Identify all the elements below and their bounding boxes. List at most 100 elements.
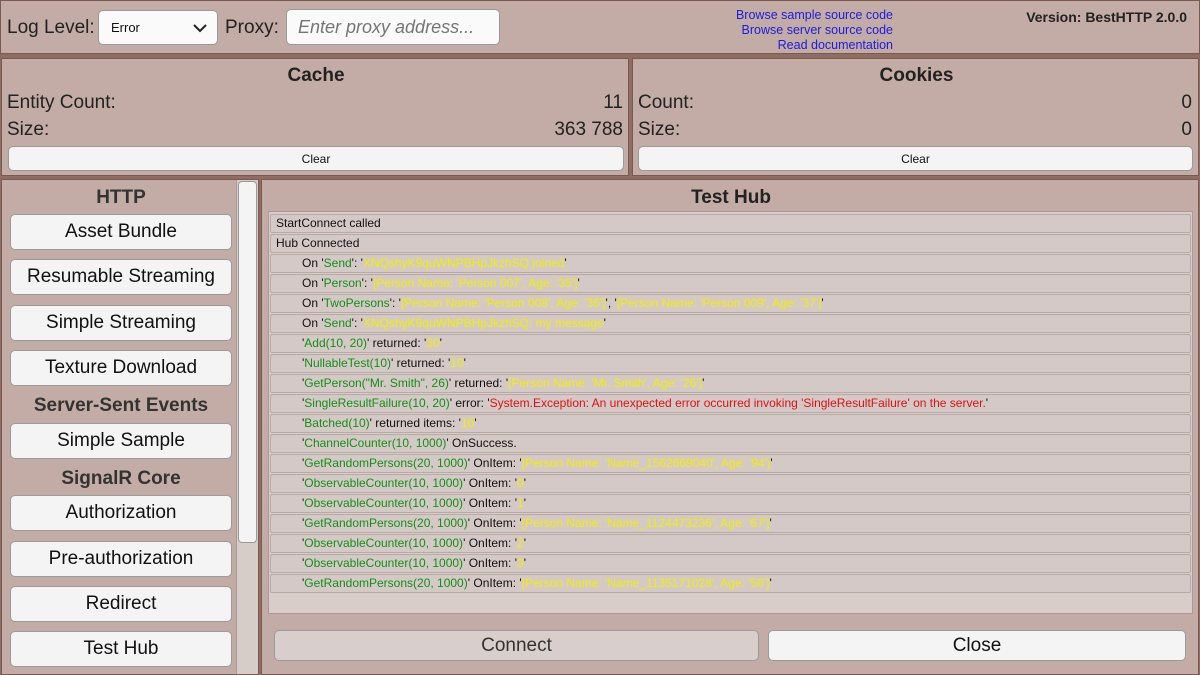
- log-text: On ': [302, 256, 324, 270]
- log-text: 10: [460, 416, 475, 430]
- log-text: ': ': [351, 256, 363, 270]
- version-text: Version: BestHTTP 2.0.0: [1026, 9, 1187, 25]
- log-row: ' SingleResultFailure(10, 20)' error: 'Sy…: [270, 394, 1191, 413]
- cookie-size-value: 0: [1181, 119, 1192, 140]
- cache-size-label: Size:: [7, 119, 50, 140]
- proxy-input[interactable]: [286, 9, 500, 45]
- log-text: Person: [323, 276, 362, 290]
- log-text: StartConnect called: [276, 216, 381, 230]
- close-button[interactable]: Close: [768, 630, 1186, 661]
- log-text: ' returned items: ': [369, 416, 461, 430]
- sidebar-scroll-thumb[interactable]: [238, 181, 257, 543]
- log-text: ' OnItem: ': [463, 476, 517, 490]
- log-text: ' OnItem: ': [463, 496, 517, 510]
- sidebar-scrollbar[interactable]: [236, 180, 258, 674]
- log-text: [Person Name: 'Name_1562669040', Age: '9…: [521, 456, 771, 470]
- log-text: ' OnItem: ': [467, 576, 522, 590]
- log-row: On 'TwoPersons': '[Person Name: 'Person …: [270, 294, 1191, 313]
- signalr-section-title: SignalR Core: [61, 468, 181, 489]
- log-text: ': [523, 556, 526, 570]
- connect-button[interactable]: Connect: [274, 630, 759, 661]
- log-row: On 'Send': 'XNQshyK9quWNPBHpJkzhSQ joine…: [270, 254, 1191, 273]
- log-level-select[interactable]: Error: [98, 10, 218, 45]
- log-text: Batched(10): [304, 416, 370, 430]
- test-hub-button[interactable]: Test Hub: [10, 631, 232, 667]
- http-section-title: HTTP: [96, 187, 146, 208]
- log-row: ' ObservableCounter(10, 1000)' OnItem: '1…: [270, 494, 1191, 513]
- log-text: Add(10, 20): [304, 336, 368, 350]
- cookie-size-label: Size:: [638, 119, 681, 140]
- log-text: ': ': [389, 296, 401, 310]
- simple-streaming-button[interactable]: Simple Streaming: [10, 305, 232, 341]
- log-area[interactable]: StartConnect called Hub Connected On 'Send…: [268, 211, 1193, 614]
- authorization-button[interactable]: Authorization: [10, 495, 232, 531]
- cookies-clear-button[interactable]: Clear: [638, 146, 1193, 171]
- sse-section-title: Server-Sent Events: [33, 395, 209, 416]
- log-text: ': ': [361, 276, 373, 290]
- log-row: ' ObservableCounter(10, 1000)' OnItem: '2…: [270, 534, 1191, 553]
- log-row: ' ObservableCounter(10, 1000)' OnItem: '3…: [270, 554, 1191, 573]
- log-text: ': [463, 356, 466, 370]
- log-text: ', ': [605, 296, 617, 310]
- log-text: ': [985, 396, 989, 410]
- log-text: ': [523, 476, 526, 490]
- log-text: [Person Name: 'Person 008', Age: '36']: [400, 296, 606, 310]
- proxy-label: Proxy:: [225, 17, 279, 38]
- log-list: StartConnect called Hub Connected On 'Send…: [270, 214, 1191, 593]
- test-hub-title: Test Hub: [691, 187, 771, 208]
- log-row: 'Batched(10)' returned items: '10': [270, 414, 1191, 433]
- log-text: 30: [426, 336, 440, 350]
- texture-download-button[interactable]: Texture Download: [10, 350, 232, 386]
- log-text: [Person Name: 'Name_1135171028', Age: '5…: [521, 576, 770, 590]
- log-row: 'Add(10, 20)' returned: '30': [270, 334, 1191, 353]
- log-row: 'NullableTest(10)' returned: '10': [270, 354, 1191, 373]
- log-text: ' OnItem: ': [467, 456, 522, 470]
- toolbar: Log Level: Error Proxy: Browse sample so…: [0, 0, 1200, 54]
- log-text: XNQshyK9quWNPBHpJkzhSQ joined: [362, 256, 565, 270]
- log-text: ObservableCounter(10, 1000): [304, 496, 464, 510]
- log-text: System.Exception: An unexpected error oc…: [489, 396, 986, 410]
- read-docs-link[interactable]: Read documentation: [778, 38, 893, 52]
- log-level-label: Log Level:: [7, 17, 95, 38]
- browse-server-link[interactable]: Browse server source code: [742, 23, 893, 37]
- chevron-down-icon: [193, 24, 207, 33]
- log-text: ' OnItem: ': [467, 516, 522, 530]
- log-row: ' GetRandomPersons(20, 1000)' OnItem: '[P…: [270, 454, 1191, 473]
- log-text: ' OnItem: ': [463, 556, 517, 570]
- log-text: TwoPersons: [323, 296, 390, 310]
- log-text: ' OnItem: ': [463, 536, 517, 550]
- log-text: ': [769, 576, 772, 590]
- log-text: ': [439, 336, 442, 350]
- asset-bundle-button[interactable]: Asset Bundle: [10, 214, 232, 250]
- log-text: XNQshyK9quWNPBHpJkzhSQ: my message: [362, 316, 604, 330]
- log-text: ': [821, 296, 824, 310]
- pre-authorization-button[interactable]: Pre-authorization: [10, 541, 232, 577]
- cache-title: Cache: [287, 65, 345, 86]
- log-text: 2: [517, 536, 524, 550]
- log-row: On 'Send': 'XNQshyK9quWNPBHpJkzhSQ: my m…: [270, 314, 1191, 333]
- log-text: ObservableCounter(10, 1000): [304, 556, 464, 570]
- resumable-streaming-button[interactable]: Resumable Streaming: [10, 259, 232, 295]
- log-text: On ': [302, 316, 324, 330]
- browse-sample-link[interactable]: Browse sample source code: [736, 8, 893, 22]
- log-text: On ': [302, 296, 324, 310]
- log-text: NullableTest(10): [304, 356, 392, 370]
- log-text: [Person Name: 'Mr. Smith', Age: '26']: [508, 376, 703, 390]
- log-row: Hub Connected: [270, 234, 1191, 253]
- links-area: Browse sample source code Browse server …: [701, 8, 893, 54]
- log-text: ': [770, 456, 773, 470]
- log-text: Hub Connected: [276, 236, 360, 250]
- log-text: ' returned: ': [367, 336, 427, 350]
- log-row: On 'Person': '[Person Name: 'Person 007'…: [270, 274, 1191, 293]
- log-text: [Person Name: 'Name_1124473236', Age: '6…: [521, 516, 770, 530]
- log-text: ObservableCounter(10, 1000): [304, 536, 464, 550]
- log-text: ': ': [351, 316, 363, 330]
- log-level-value: Error: [111, 20, 140, 35]
- cache-clear-button[interactable]: Clear: [8, 146, 624, 171]
- simple-sample-button[interactable]: Simple Sample: [10, 423, 232, 459]
- log-text: Send: [323, 256, 352, 270]
- log-text: [Person Name: 'Person 009', Age: '37']: [616, 296, 822, 310]
- redirect-button[interactable]: Redirect: [10, 586, 232, 622]
- log-text: ': [769, 516, 772, 530]
- log-text: ': [474, 416, 477, 430]
